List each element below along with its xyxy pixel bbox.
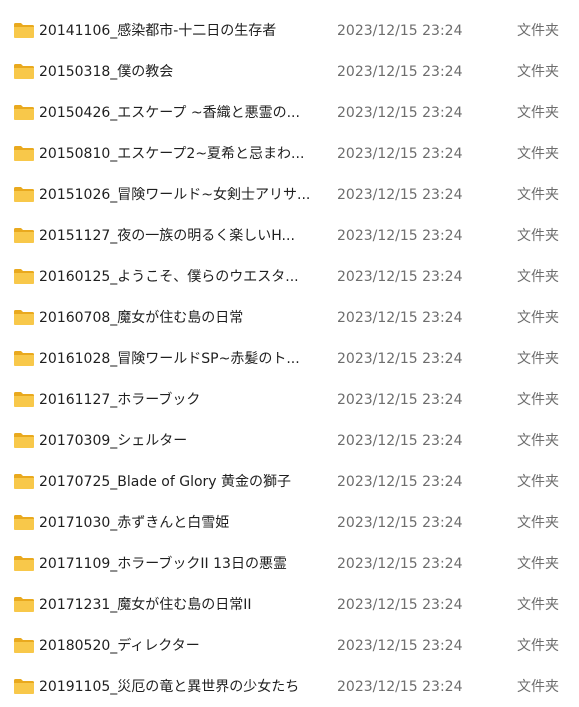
date-modified: 2023/12/15 23:24: [337, 638, 463, 654]
list-item[interactable]: 20171231_魔女が住む島の日常II 2023/12/15 23:24 文件…: [0, 584, 579, 625]
file-name: 20171109_ホラーブックII 13日の悪霊: [39, 556, 287, 572]
list-item[interactable]: 20191105_災厄の竜と異世界の少女たち 2023/12/15 23:24 …: [0, 666, 579, 707]
list-item[interactable]: 20161028_冒険ワールドSP~赤髪のト... 2023/12/15 23:…: [0, 338, 579, 379]
file-type: 文件夹: [517, 310, 559, 326]
list-item[interactable]: 20171030_赤ずきんと白雪姫 2023/12/15 23:24 文件夹: [0, 502, 579, 543]
date-modified: 2023/12/15 23:24: [337, 679, 463, 695]
date-modified: 2023/12/15 23:24: [337, 64, 463, 80]
file-type: 文件夹: [517, 187, 559, 203]
file-type: 文件夹: [517, 515, 559, 531]
file-name: 20150426_エスケープ ~香織と悪霊の...: [39, 105, 300, 121]
file-type: 文件夹: [517, 433, 559, 449]
list-item[interactable]: 20170309_シェルター 2023/12/15 23:24 文件夹: [0, 420, 579, 461]
file-type: 文件夹: [517, 146, 559, 162]
file-name: 20160708_魔女が住む島の日常: [39, 310, 244, 326]
date-modified: 2023/12/15 23:24: [337, 392, 463, 408]
date-modified: 2023/12/15 23:24: [337, 433, 463, 449]
list-item[interactable]: 20171109_ホラーブックII 13日の悪霊 2023/12/15 23:2…: [0, 543, 579, 584]
file-type: 文件夹: [517, 392, 559, 408]
file-type: 文件夹: [517, 228, 559, 244]
list-item[interactable]: 20160708_魔女が住む島の日常 2023/12/15 23:24 文件夹: [0, 297, 579, 338]
file-name: 20170725_Blade of Glory 黄金の獅子: [39, 474, 292, 490]
file-type: 文件夹: [517, 23, 559, 39]
date-modified: 2023/12/15 23:24: [337, 105, 463, 121]
file-name: 20150810_エスケープ2~夏希と忌まわ...: [39, 146, 305, 162]
list-item[interactable]: 20170725_Blade of Glory 黄金の獅子 2023/12/15…: [0, 461, 579, 502]
file-name: 20191105_災厄の竜と異世界の少女たち: [39, 679, 300, 695]
date-modified: 2023/12/15 23:24: [337, 269, 463, 285]
date-modified: 2023/12/15 23:24: [337, 351, 463, 367]
date-modified: 2023/12/15 23:24: [337, 187, 463, 203]
date-modified: 2023/12/15 23:24: [337, 556, 463, 572]
file-type: 文件夹: [517, 105, 559, 121]
list-item[interactable]: 20150318_僕の教会 2023/12/15 23:24 文件夹: [0, 51, 579, 92]
date-modified: 2023/12/15 23:24: [337, 23, 463, 39]
file-type: 文件夹: [517, 269, 559, 285]
file-type: 文件夹: [517, 679, 559, 695]
date-modified: 2023/12/15 23:24: [337, 515, 463, 531]
file-type: 文件夹: [517, 556, 559, 572]
file-name: 20161127_ホラーブック: [39, 392, 201, 408]
list-item[interactable]: 20141106_感染都市-十二日の生存者 2023/12/15 23:24 文…: [0, 10, 579, 51]
file-type: 文件夹: [517, 638, 559, 654]
list-item[interactable]: 20160125_ようこそ、僕らのウエスタ... 2023/12/15 23:2…: [0, 256, 579, 297]
list-item[interactable]: 20151127_夜の一族の明るく楽しいH... 2023/12/15 23:2…: [0, 215, 579, 256]
date-modified: 2023/12/15 23:24: [337, 474, 463, 490]
file-type: 文件夹: [517, 351, 559, 367]
date-modified: 2023/12/15 23:24: [337, 146, 463, 162]
list-item[interactable]: 20150426_エスケープ ~香織と悪霊の... 2023/12/15 23:…: [0, 92, 579, 133]
file-name: 20150318_僕の教会: [39, 64, 174, 80]
file-name: 20161028_冒険ワールドSP~赤髪のト...: [39, 351, 300, 367]
date-modified: 2023/12/15 23:24: [337, 597, 463, 613]
file-type: 文件夹: [517, 64, 559, 80]
file-name: 20171030_赤ずきんと白雪姫: [39, 515, 230, 531]
file-name: 20170309_シェルター: [39, 433, 188, 449]
file-type: 文件夹: [517, 474, 559, 490]
file-name: 20151127_夜の一族の明るく楽しいH...: [39, 228, 295, 244]
file-list: 20141106_感染都市-十二日の生存者 2023/12/15 23:24 文…: [0, 0, 579, 706]
file-name: 20180520_ディレクター: [39, 638, 200, 654]
list-item[interactable]: 20150810_エスケープ2~夏希と忌まわ... 2023/12/15 23:…: [0, 133, 579, 174]
file-name: 20171231_魔女が住む島の日常II: [39, 597, 252, 613]
file-name: 20160125_ようこそ、僕らのウエスタ...: [39, 269, 299, 285]
file-name: 20151026_冒険ワールド~女剣士アリサ...: [39, 187, 311, 203]
date-modified: 2023/12/15 23:24: [337, 310, 463, 326]
list-item[interactable]: 20161127_ホラーブック 2023/12/15 23:24 文件夹: [0, 379, 579, 420]
list-item[interactable]: 20180520_ディレクター 2023/12/15 23:24 文件夹: [0, 625, 579, 666]
date-modified: 2023/12/15 23:24: [337, 228, 463, 244]
file-name: 20141106_感染都市-十二日の生存者: [39, 23, 277, 39]
list-item[interactable]: 20151026_冒険ワールド~女剣士アリサ... 2023/12/15 23:…: [0, 174, 579, 215]
file-type: 文件夹: [517, 597, 559, 613]
